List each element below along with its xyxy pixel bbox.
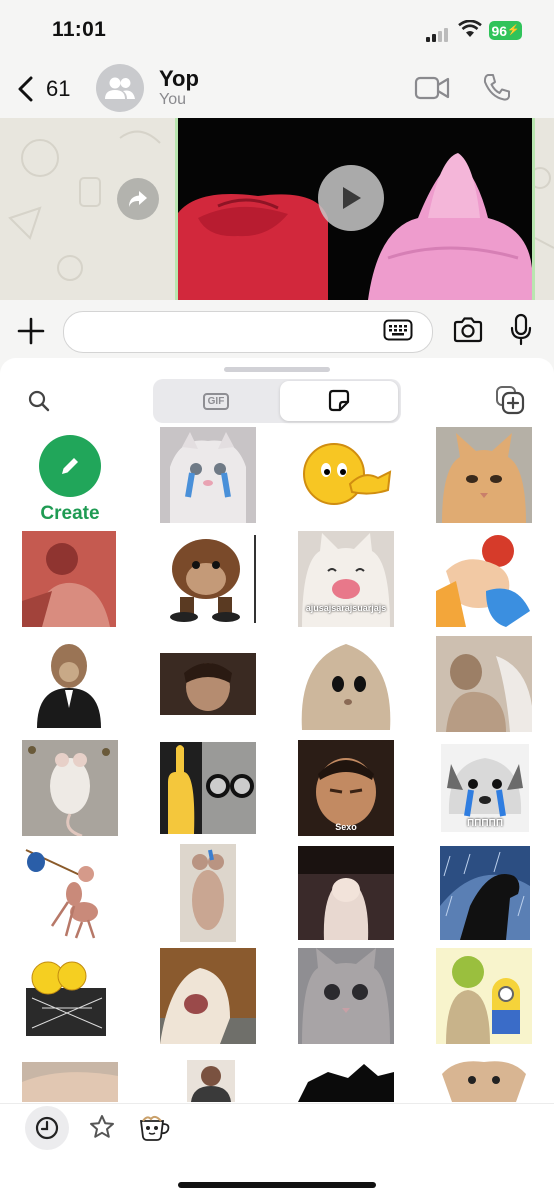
sticker-emojis-dark-box[interactable] (22, 958, 110, 1040)
tab-recent[interactable] (25, 1106, 69, 1150)
plus-icon[interactable] (16, 316, 46, 351)
avatar[interactable] (96, 64, 144, 112)
message-input[interactable] (63, 311, 433, 353)
sticker-image (298, 948, 394, 1044)
sticker-kid-photo[interactable] (160, 653, 256, 715)
group-avatar-icon (105, 77, 135, 99)
pencil-icon (62, 458, 78, 474)
sticker-image (436, 948, 532, 1044)
tab-favorites[interactable] (88, 1113, 116, 1146)
camera-icon[interactable] (452, 316, 484, 349)
sticker-image (298, 1062, 394, 1102)
sticker-finger-cat-glasses[interactable] (160, 742, 256, 834)
sticker-lying-mouse[interactable] (22, 740, 118, 836)
battery-level: 96 (491, 22, 508, 39)
sticker-caption: Sexo (335, 822, 357, 832)
play-button[interactable] (318, 165, 384, 231)
sticker-image (160, 535, 256, 623)
sticker-image (298, 640, 394, 730)
home-indicator (178, 1182, 376, 1188)
back-unread-count[interactable]: 61 (46, 76, 70, 102)
sticker-shrek-minion[interactable] (436, 948, 532, 1044)
sticker-sad-orange-cat[interactable] (436, 427, 532, 523)
sticker-image (22, 846, 110, 940)
sticker-mouse-holding[interactable] (180, 844, 236, 942)
contact-subtitle: You (159, 91, 186, 108)
forward-icon (129, 191, 147, 207)
sticker-image (160, 427, 256, 523)
search-icon[interactable] (27, 389, 51, 418)
sticker-image (22, 531, 116, 627)
sticker-image (22, 740, 118, 836)
star-icon (90, 1115, 114, 1138)
sticker-image (187, 1060, 235, 1102)
sticker-kid-glare[interactable]: Sexo (298, 740, 394, 836)
sticker-cat-pink-nose[interactable]: ajusajsarajsuarjajs (298, 531, 394, 627)
contact-name[interactable]: Yop (159, 66, 199, 92)
sticker-person-photo[interactable] (187, 1060, 235, 1102)
create-label[interactable]: Create (31, 503, 109, 525)
sticker-hand-photo[interactable] (22, 1062, 118, 1102)
tab-stickers[interactable] (280, 381, 398, 421)
sticker-monkey-walking[interactable] (160, 535, 256, 623)
sticker-red-photo[interactable] (22, 531, 116, 627)
chat-header (0, 58, 554, 118)
cup-pack-icon (139, 1115, 170, 1141)
gif-icon: GIF (202, 392, 230, 410)
phone-icon[interactable] (482, 72, 512, 107)
chevron-left-icon[interactable] (16, 76, 36, 107)
sticker-ant-bindle[interactable] (22, 846, 110, 940)
forward-button[interactable] (117, 178, 159, 220)
sticker-grey-cat-closeup[interactable] (298, 948, 394, 1044)
create-sticker-button[interactable] (39, 435, 101, 497)
sticker-caption: ΠΠΠΠΠ (466, 818, 504, 829)
sticker-yelling-cat[interactable] (160, 948, 256, 1044)
battery-indicator: 96 ⚡ (489, 21, 522, 40)
tab-sticker-pack[interactable] (137, 1113, 173, 1148)
sticker-dog-face[interactable] (436, 1054, 532, 1102)
sticker-monkey-photo[interactable] (436, 636, 532, 732)
sticker-image (160, 742, 256, 834)
sticker-image (160, 653, 256, 715)
sticker-image (436, 636, 532, 732)
sticker-image (436, 1054, 532, 1102)
footer-divider (0, 1103, 554, 1104)
sticker-image (436, 427, 532, 523)
wifi-icon (458, 19, 482, 43)
sticker-image (298, 846, 394, 940)
play-icon (343, 187, 361, 209)
recent-icon (35, 1116, 59, 1140)
video-call-icon[interactable] (414, 74, 452, 107)
tab-gif[interactable]: GIF (157, 382, 275, 420)
mic-icon[interactable] (510, 313, 532, 352)
sticker-caption: ajusajsarajsuarjajs (305, 603, 387, 613)
cellular-signal-icon (426, 24, 450, 42)
sticker-icon (328, 389, 350, 412)
sticker-sad-hamster[interactable] (298, 640, 394, 730)
sticker-crying-cat[interactable] (160, 427, 256, 523)
keyboard-icon[interactable] (383, 319, 413, 346)
sticker-image (180, 844, 236, 942)
sticker-crying-dog[interactable]: ΠΠΠΠΠ (441, 744, 529, 832)
sticker-monkey-in-suit[interactable] (29, 638, 109, 728)
status-time: 11:01 (52, 18, 107, 41)
sticker-image (160, 948, 256, 1044)
sticker-cartoon-kiss[interactable] (436, 531, 532, 627)
sticker-image (303, 443, 392, 505)
sticker-emoji-blowing-kiss[interactable] (298, 440, 394, 508)
sticker-image (22, 958, 110, 1040)
sticker-rain-silhouette[interactable] (440, 846, 530, 940)
sticker-image (29, 638, 109, 728)
sticker-dark-silhouette[interactable] (298, 1062, 394, 1102)
add-sticker-pack-icon[interactable] (494, 384, 526, 421)
sticker-image (22, 1062, 118, 1102)
sticker-image (440, 846, 530, 940)
sticker-blurry-cat[interactable] (298, 846, 394, 940)
sticker-image (436, 531, 532, 627)
panel-grabber[interactable] (224, 367, 330, 372)
